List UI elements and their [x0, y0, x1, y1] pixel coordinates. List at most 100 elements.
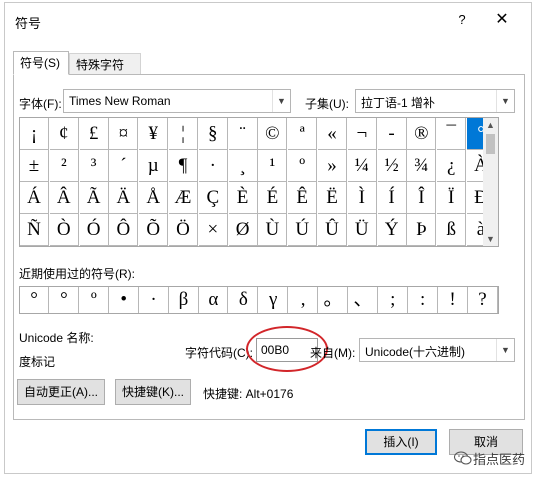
- symbol-cell[interactable]: Ó: [79, 214, 109, 246]
- scrollbar-thumb[interactable]: [486, 134, 495, 154]
- symbol-cell[interactable]: Í: [377, 182, 407, 214]
- symbol-grid-scrollbar[interactable]: ▲ ▼: [483, 117, 499, 247]
- symbol-cell[interactable]: Û: [318, 214, 347, 246]
- symbol-cell[interactable]: Ï: [437, 182, 467, 214]
- subset-select[interactable]: 拉丁语-1 增补 ▼: [355, 89, 515, 113]
- subset-select-value: 拉丁语-1 增补: [361, 96, 436, 110]
- shortcut-key-button[interactable]: 快捷键(K)...: [115, 379, 191, 405]
- symbol-cell[interactable]: ¹: [258, 150, 288, 182]
- symbol-cell[interactable]: Ö: [169, 214, 198, 246]
- chevron-down-icon[interactable]: ▼: [496, 339, 514, 361]
- symbol-cell[interactable]: ½: [377, 150, 407, 182]
- symbol-grid: ¡ ¢ £ ¤ ¥ ¦ § ¨ © ª «¬ - ® ¯ ° ± ² ³ ´ µ ¶ · ¸ ¹ º» ¼ ½ ¾ ¿ À Á Â Ã Ä Å Æ Ç È…: [19, 117, 497, 247]
- symbol-cell[interactable]: Ä: [109, 182, 139, 214]
- symbol-cell[interactable]: ´: [109, 150, 139, 182]
- recent-symbol-cell[interactable]: !: [439, 287, 468, 313]
- symbol-cell[interactable]: µ: [139, 150, 169, 182]
- tab-special-characters[interactable]: 特殊字符(P): [69, 53, 141, 94]
- recent-symbol-cell[interactable]: ,: [289, 287, 319, 313]
- recent-symbols-label: 近期使用过的符号(R):: [19, 267, 135, 281]
- symbol-cell[interactable]: Ë: [318, 182, 347, 214]
- recent-symbol-cell[interactable]: °: [50, 287, 79, 313]
- symbol-cell[interactable]: ·: [198, 150, 228, 182]
- scroll-up-icon[interactable]: ▲: [483, 118, 498, 132]
- help-button[interactable]: ?: [449, 7, 475, 33]
- symbol-cell[interactable]: Å: [139, 182, 169, 214]
- symbol-cell[interactable]: É: [258, 182, 288, 214]
- symbol-cell[interactable]: Ý: [377, 214, 407, 246]
- recent-symbol-cell[interactable]: 、: [349, 287, 378, 313]
- symbol-cell[interactable]: ²: [49, 150, 79, 182]
- scroll-down-icon[interactable]: ▼: [483, 232, 498, 246]
- symbol-cell[interactable]: Ò: [49, 214, 79, 246]
- symbol-cell[interactable]: Ê: [288, 182, 318, 214]
- symbol-cell[interactable]: ¶: [169, 150, 198, 182]
- symbol-cell[interactable]: ±: [20, 150, 49, 182]
- symbol-cell[interactable]: -: [377, 118, 407, 150]
- symbol-cell[interactable]: Ø: [228, 214, 258, 246]
- recent-symbol-cell[interactable]: ·: [140, 287, 169, 313]
- recent-symbol-cell[interactable]: °: [20, 287, 49, 313]
- symbol-cell[interactable]: »: [318, 150, 347, 182]
- font-label: 字体(F):: [19, 97, 62, 111]
- recent-symbol-cell[interactable]: :: [409, 287, 438, 313]
- symbol-cell[interactable]: ¿: [437, 150, 467, 182]
- symbol-cell[interactable]: «: [318, 118, 347, 150]
- symbol-cell[interactable]: Ç: [198, 182, 228, 214]
- symbol-cell[interactable]: º: [288, 150, 318, 182]
- symbol-cell[interactable]: Ã: [79, 182, 109, 214]
- symbol-cell[interactable]: £: [79, 118, 109, 150]
- symbol-cell[interactable]: ®: [407, 118, 437, 150]
- symbol-cell[interactable]: Þ: [407, 214, 437, 246]
- recent-symbol-cell[interactable]: γ: [259, 287, 289, 313]
- symbol-cell[interactable]: ¯: [437, 118, 467, 150]
- recent-symbol-cell[interactable]: 。: [319, 287, 348, 313]
- symbol-cell[interactable]: ¸: [228, 150, 258, 182]
- close-button[interactable]: ✕: [487, 7, 517, 33]
- chevron-down-icon[interactable]: ▼: [496, 90, 514, 112]
- symbol-cell[interactable]: È: [228, 182, 258, 214]
- recent-symbol-cell[interactable]: º: [80, 287, 109, 313]
- title-bar: 符号 ? ✕: [5, 3, 531, 37]
- symbol-cell[interactable]: ¢: [49, 118, 79, 150]
- tab-symbols[interactable]: 符号(S): [13, 51, 69, 75]
- recent-symbol-cell[interactable]: •: [110, 287, 139, 313]
- recent-symbol-cell[interactable]: ?: [469, 287, 498, 313]
- chevron-down-icon[interactable]: ▼: [272, 90, 290, 112]
- insert-button[interactable]: 插入(I): [365, 429, 437, 455]
- symbol-cell[interactable]: Ü: [347, 214, 377, 246]
- symbol-cell[interactable]: ¥: [139, 118, 169, 150]
- symbol-cell[interactable]: Õ: [139, 214, 169, 246]
- symbol-cell[interactable]: Ô: [109, 214, 139, 246]
- char-code-input[interactable]: 00B0: [256, 338, 318, 362]
- symbol-cell[interactable]: ³: [79, 150, 109, 182]
- symbol-cell[interactable]: ¼: [347, 150, 377, 182]
- symbol-cell[interactable]: Ú: [288, 214, 318, 246]
- symbol-cell[interactable]: Î: [407, 182, 437, 214]
- symbol-cell[interactable]: ©: [258, 118, 288, 150]
- symbol-cell[interactable]: Ì: [347, 182, 377, 214]
- symbol-cell[interactable]: ¨: [228, 118, 258, 150]
- symbol-cell[interactable]: ¤: [109, 118, 139, 150]
- symbol-cell[interactable]: Ù: [258, 214, 288, 246]
- symbol-cell[interactable]: ª: [288, 118, 318, 150]
- font-select[interactable]: Times New Roman ▼: [63, 89, 291, 113]
- from-select[interactable]: Unicode(十六进制) ▼: [359, 338, 515, 362]
- symbol-cell[interactable]: ×: [198, 214, 228, 246]
- symbol-cell[interactable]: ¾: [407, 150, 437, 182]
- symbol-cell[interactable]: Ñ: [20, 214, 49, 246]
- recent-symbol-cell[interactable]: ;: [379, 287, 408, 313]
- wechat-icon: [454, 451, 472, 465]
- recent-symbol-cell[interactable]: δ: [229, 287, 259, 313]
- symbol-cell[interactable]: ß: [437, 214, 467, 246]
- symbol-cell[interactable]: ¬: [347, 118, 377, 150]
- symbol-cell[interactable]: ¦: [169, 118, 198, 150]
- symbol-cell[interactable]: Æ: [169, 182, 198, 214]
- symbol-cell[interactable]: Á: [20, 182, 49, 214]
- symbol-cell[interactable]: ¡: [20, 118, 49, 150]
- symbol-cell[interactable]: §: [198, 118, 228, 150]
- autocorrect-button[interactable]: 自动更正(A)...: [17, 379, 105, 405]
- symbol-cell[interactable]: Â: [49, 182, 79, 214]
- recent-symbol-cell[interactable]: β: [170, 287, 199, 313]
- recent-symbol-cell[interactable]: α: [199, 287, 229, 313]
